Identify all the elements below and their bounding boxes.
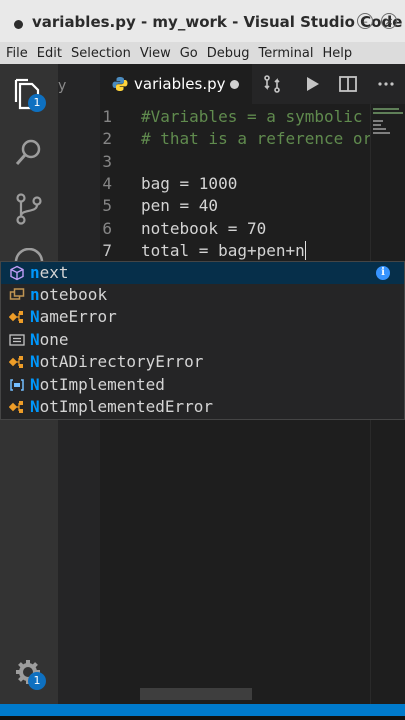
suggestion-rest: otADirectoryError <box>39 352 204 371</box>
minimize-button[interactable]: – <box>357 13 373 29</box>
horizontal-scrollbar[interactable] <box>140 688 252 700</box>
code-line: bag = 1000 <box>141 174 238 193</box>
menu-help[interactable]: Help <box>322 46 352 61</box>
suggestion-item-notebook[interactable]: notebook <box>1 284 404 306</box>
settings-badge: 1 <box>28 672 46 690</box>
window-title: variables.py - my_work - Visual Studio C… <box>32 13 403 31</box>
line-number-active: 7 <box>102 241 112 260</box>
suggestion-item-notadirectoryerror[interactable]: NotADirectoryError <box>1 351 404 373</box>
code-line: pen = 40 <box>141 196 219 215</box>
python-file-icon <box>112 77 128 91</box>
minimap-line <box>373 112 403 114</box>
code-line: # that is a reference or pointer <box>141 129 370 148</box>
menu-file[interactable]: File <box>6 46 28 61</box>
more-actions-icon[interactable] <box>376 74 396 94</box>
enum-icon <box>10 379 24 391</box>
menu-view[interactable]: View <box>140 46 171 61</box>
suggestion-item-nameerror[interactable]: NameError <box>1 306 404 328</box>
menu-edit[interactable]: Edit <box>37 46 62 61</box>
suggestion-match: N <box>30 307 40 326</box>
search-icon[interactable] <box>10 134 48 172</box>
suggestion-match: n <box>30 285 40 304</box>
keyword-cube-icon <box>10 265 24 281</box>
line-number: 6 <box>102 219 112 238</box>
suggestion-item-notimplementederror[interactable]: NotImplementedError <box>1 396 404 418</box>
variable-icon <box>9 288 25 300</box>
line-number: 3 <box>102 152 112 171</box>
suggestion-match: N <box>30 330 40 349</box>
line-number: 5 <box>102 196 112 215</box>
suggestion-match: n <box>30 263 40 282</box>
minimap-line <box>373 124 381 126</box>
info-icon[interactable]: i <box>376 266 390 280</box>
suggestion-widget[interactable]: next i notebook NameError None NotADirec… <box>0 261 405 420</box>
minimap-line <box>373 108 399 110</box>
suggestion-rest: otImplemented <box>39 375 165 394</box>
suggestion-match: N <box>30 397 40 416</box>
code-line-active: total = bag+pen+n <box>141 241 307 260</box>
menu-terminal[interactable]: Terminal <box>259 46 314 61</box>
suggestion-rest: one <box>39 330 69 349</box>
minimap-line <box>373 128 386 130</box>
class-icon <box>9 356 23 368</box>
sidebar-partial-text: y <box>58 78 67 94</box>
tab-label: variables.py <box>134 75 226 93</box>
suggestion-item-next[interactable]: next i <box>1 262 404 284</box>
minimap-line <box>373 132 390 134</box>
code-line-text: total = bag+pen+n <box>141 241 305 260</box>
unsaved-dot-icon[interactable] <box>230 80 239 89</box>
menu-go[interactable]: Go <box>180 46 198 61</box>
title-bar: variables.py - my_work - Visual Studio C… <box>0 0 405 42</box>
suggestion-rest: otebook <box>39 285 108 304</box>
text-cursor <box>304 241 307 260</box>
menu-debug[interactable]: Debug <box>207 46 250 61</box>
menu-bar: File Edit Selection View Go Debug Termin… <box>0 42 405 64</box>
code-line: notebook = 70 <box>141 219 267 238</box>
class-icon <box>9 311 23 323</box>
minimap-line <box>373 120 383 122</box>
tab-bar: variables.py <box>100 64 405 104</box>
suggestion-rest: ameError <box>39 307 117 326</box>
suggestion-match: N <box>30 352 40 371</box>
line-number: 2 <box>102 129 112 148</box>
suggestion-item-notimplemented[interactable]: NotImplemented <box>1 374 404 396</box>
split-editor-icon[interactable] <box>338 74 358 94</box>
suggestion-rest: ext <box>39 263 69 282</box>
constant-icon <box>9 334 25 346</box>
open-changes-icon[interactable] <box>262 74 282 94</box>
explorer-badge: 1 <box>28 94 46 112</box>
class-icon <box>9 401 23 413</box>
window-bottom-edge <box>0 716 405 720</box>
run-icon[interactable] <box>302 74 322 94</box>
tab-variables-py[interactable]: variables.py <box>100 64 252 104</box>
line-number: 1 <box>102 107 112 126</box>
code-line: #Variables = a symbolic name <box>141 107 363 126</box>
suggestion-match: N <box>30 375 40 394</box>
suggestion-item-none[interactable]: None <box>1 329 404 351</box>
close-button[interactable]: × <box>381 13 397 29</box>
unsaved-indicator-icon <box>14 20 23 29</box>
line-number: 4 <box>102 174 112 193</box>
menu-selection[interactable]: Selection <box>71 46 131 61</box>
suggestion-rest: otImplementedError <box>39 397 214 416</box>
source-control-icon[interactable] <box>10 190 48 228</box>
